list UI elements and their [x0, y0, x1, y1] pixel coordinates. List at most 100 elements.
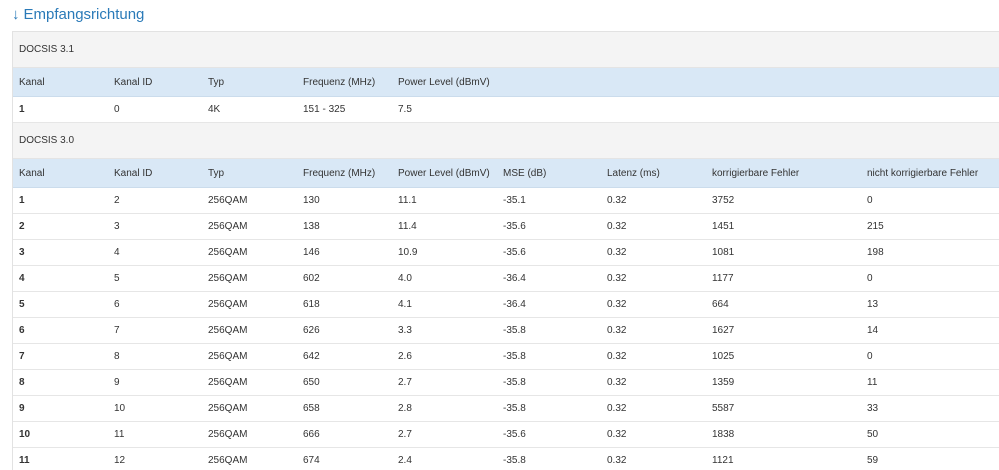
table-cell: 256QAM [208, 273, 248, 284]
table-cell: 1359 [712, 377, 735, 388]
table-cell: 0 [867, 195, 873, 206]
table-cell: 256QAM [208, 403, 248, 414]
table-row: 11 12 256QAM 674 2.4 -35.8 0.32 1121 59 [13, 448, 999, 470]
column-header: Kanal ID [114, 167, 153, 179]
table-cell: 2 [19, 221, 25, 232]
table-cell: 8 [19, 377, 25, 388]
column-header: Kanal [19, 167, 45, 179]
table-cell: 138 [303, 221, 320, 232]
column-header: Latenz (ms) [607, 167, 660, 179]
table-cell: 11 [19, 455, 30, 466]
table-cell: 59 [867, 455, 879, 466]
table-cell: 10 [114, 403, 126, 414]
table-cell: 50 [867, 429, 879, 440]
table-cell: 256QAM [208, 221, 248, 232]
table-cell: 642 [303, 351, 320, 362]
table-cell: 5 [114, 273, 120, 284]
table-cell: 1627 [712, 325, 735, 336]
table-cell: 1081 [712, 247, 735, 258]
table-cell: 6 [114, 299, 120, 310]
table-cell: 1025 [712, 351, 735, 362]
table-cell: 11.4 [398, 221, 417, 232]
table-cell: 3 [114, 221, 120, 232]
table-cell: -35.8 [503, 351, 526, 362]
table-cell: 3.3 [398, 325, 412, 336]
table-cell: 0.32 [607, 351, 627, 362]
table-cell: -35.6 [503, 247, 526, 258]
table-cell: 7 [114, 325, 120, 336]
table-cell: 7.5 [398, 104, 412, 115]
table-cell: 1451 [712, 221, 735, 232]
table-cell: 0 [867, 273, 873, 284]
table-cell: 11 [867, 377, 878, 388]
table-cell: 1 [19, 195, 25, 206]
column-header: Kanal ID [114, 76, 153, 88]
table-cell: 0.32 [607, 429, 627, 440]
docsis30-section-header: DOCSIS 3.0 [13, 123, 999, 159]
table-row: 7 8 256QAM 642 2.6 -35.8 0.32 1025 0 [13, 344, 999, 370]
table-cell: 146 [303, 247, 320, 258]
table-cell: 0 [114, 104, 120, 115]
table-cell: -36.4 [503, 273, 526, 284]
table-cell: 9 [114, 377, 120, 388]
table-cell: 1121 [712, 455, 734, 466]
table-cell: 4.0 [398, 273, 412, 284]
column-header: nicht korrigierbare Fehler [867, 167, 979, 179]
table-cell: 0 [867, 351, 873, 362]
table-cell: 3752 [712, 195, 735, 206]
table-cell: -35.1 [503, 195, 526, 206]
docsis31-table: Kanal Kanal ID Typ Frequenz (MHz) Power Leve… [13, 68, 999, 123]
table-cell: 130 [303, 195, 320, 206]
table-cell: 2.7 [398, 429, 412, 440]
table-cell: 658 [303, 403, 320, 414]
table-cell: 602 [303, 273, 320, 284]
table-cell: 256QAM [208, 351, 248, 362]
table-cell: 650 [303, 377, 320, 388]
table-cell: -35.8 [503, 455, 526, 466]
table-cell: 6 [19, 325, 25, 336]
table-cell: 11 [114, 429, 125, 440]
table-cell: 3 [19, 247, 25, 258]
column-header: Typ [208, 167, 225, 179]
table-cell: -35.8 [503, 403, 526, 414]
table-cell: 33 [867, 403, 879, 414]
table-header-row: Kanal Kanal ID Typ Frequenz (MHz) Power Leve… [13, 159, 999, 188]
table-row: 9 10 256QAM 658 2.8 -35.8 0.32 5587 33 [13, 396, 999, 422]
table-cell: 2.6 [398, 351, 412, 362]
table-cell: 10 [19, 429, 31, 440]
table-cell: 626 [303, 325, 320, 336]
table-cell: 618 [303, 299, 320, 310]
table-cell: 14 [867, 325, 879, 336]
table-row: 1 2 256QAM 130 11.1 -35.1 0.32 3752 0 [13, 188, 999, 214]
table-cell: 11.1 [398, 195, 417, 206]
table-cell: 0.32 [607, 273, 627, 284]
docsis31-section-header: DOCSIS 3.1 [13, 32, 999, 68]
table-cell: 256QAM [208, 247, 248, 258]
table-cell: -35.6 [503, 221, 526, 232]
table-cell: 151 - 325 [303, 104, 346, 115]
table-cell: 674 [303, 455, 320, 466]
table-cell: 5 [19, 299, 25, 310]
column-header: Typ [208, 76, 225, 88]
table-row: 6 7 256QAM 626 3.3 -35.8 0.32 1627 14 [13, 318, 999, 344]
column-header: MSE (dB) [503, 167, 547, 179]
table-cell: 2.4 [398, 455, 412, 466]
table-cell: 215 [867, 221, 884, 232]
table-cell: 0.32 [607, 325, 627, 336]
table-cell: 256QAM [208, 195, 248, 206]
table-cell: -35.6 [503, 429, 526, 440]
table-cell: 666 [303, 429, 320, 440]
table-cell: 9 [19, 403, 25, 414]
table-row: 2 3 256QAM 138 11.4 -35.6 0.32 1451 215 [13, 214, 999, 240]
table-cell: 0.32 [607, 455, 627, 466]
table-cell: 0.32 [607, 299, 627, 310]
table-cell: 4 [19, 273, 25, 284]
table-cell: 4.1 [398, 299, 412, 310]
table-row: 3 4 256QAM 146 10.9 -35.6 0.32 1081 198 [13, 240, 999, 266]
table-cell: 1 [19, 104, 25, 115]
table-cell: 7 [19, 351, 25, 362]
column-header: Power Level (dBmV) [398, 76, 490, 88]
table-row: 4 5 256QAM 602 4.0 -36.4 0.32 1177 0 [13, 266, 999, 292]
table-cell: 0.32 [607, 403, 627, 414]
table-cell: 1838 [712, 429, 735, 440]
